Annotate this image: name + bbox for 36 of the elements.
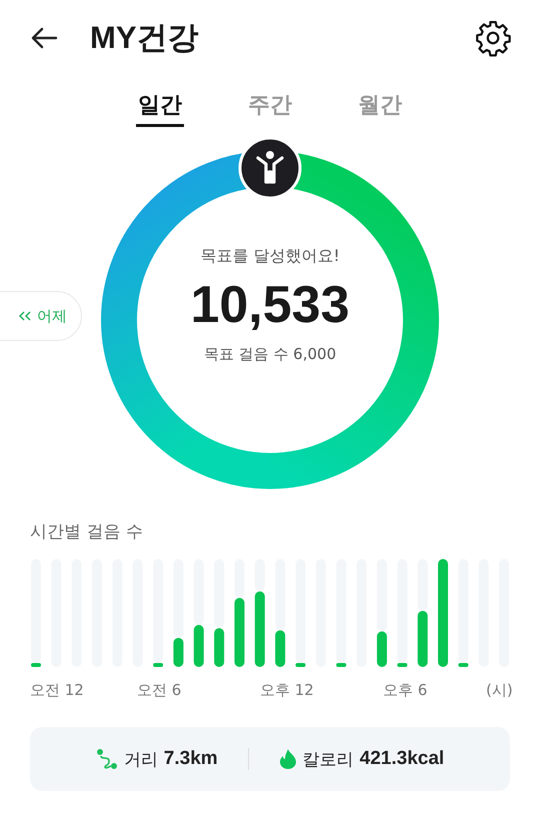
hourly-step-bar xyxy=(153,663,164,667)
hourly-step-bar xyxy=(458,663,468,667)
hourly-step-bar xyxy=(275,630,286,667)
time-axis-label: 오전 6 xyxy=(137,681,182,700)
goal-achieved-message: 목표를 달성했어요! xyxy=(199,246,341,267)
back-icon[interactable] xyxy=(30,26,58,50)
hourly-step-bar xyxy=(234,598,244,667)
hourly-step-bar xyxy=(376,631,387,667)
hourly-step-bar xyxy=(31,663,41,667)
hourly-step-bar xyxy=(214,628,224,667)
flame-icon xyxy=(278,748,297,770)
section-title: 시간별 걸음 수 xyxy=(30,521,144,543)
time-axis-label: 오후 6 xyxy=(383,681,428,700)
hourly-step-bar xyxy=(296,663,306,667)
time-axis-label: (시) xyxy=(486,681,513,700)
time-axis-label: 오전 12 xyxy=(30,681,84,700)
hourly-step-bar xyxy=(194,624,204,667)
stat-value: 421.3kcal xyxy=(360,748,444,770)
yesterday-button[interactable]: 어제 xyxy=(0,291,82,341)
hourly-step-bar xyxy=(397,663,408,667)
time-axis-label: 오후 12 xyxy=(260,681,314,700)
period-tab[interactable]: 일간 xyxy=(136,86,184,126)
period-tab[interactable]: 월간 xyxy=(356,86,404,126)
page-title: MY건강 xyxy=(90,19,200,57)
double-chevron-icon xyxy=(19,311,31,321)
goal-steps-label: 목표 걸음 수 6,000 xyxy=(202,345,338,364)
hourly-step-bar xyxy=(418,610,428,667)
stat-label: 칼로리 xyxy=(302,748,354,770)
period-tab[interactable]: 주간 xyxy=(246,86,294,126)
step-count: 10,533 xyxy=(189,275,351,335)
stat-label: 거리 xyxy=(124,748,158,770)
stat-value: 7.3km xyxy=(164,748,218,770)
settings-icon[interactable] xyxy=(474,19,512,57)
hourly-step-bar xyxy=(336,663,346,667)
route-icon xyxy=(96,748,118,770)
hourly-step-bar xyxy=(173,638,184,667)
